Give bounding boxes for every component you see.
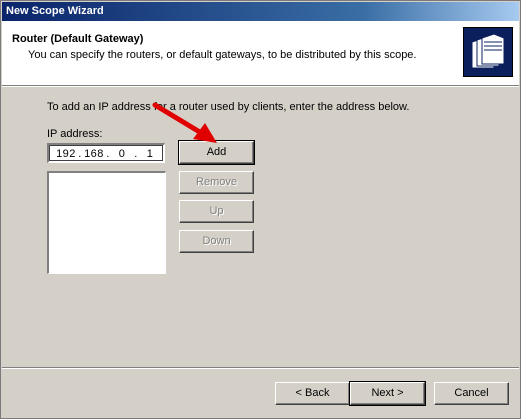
footer-separator (2, 367, 519, 369)
remove-button[interactable]: Remove (179, 171, 254, 194)
back-button[interactable]: < Back (275, 382, 350, 405)
title-bar[interactable]: New Scope Wizard (2, 2, 519, 21)
header-title: Router (Default Gateway) (12, 33, 144, 45)
ip-octet-1[interactable]: 192 (55, 148, 77, 160)
ip-octet-2[interactable]: 168 (83, 148, 105, 160)
ip-address-field[interactable]: 192 . 168 . 0 . 1 (47, 143, 165, 163)
ip-address-label: IP address: (47, 128, 103, 140)
router-list[interactable] (47, 171, 166, 274)
next-button[interactable]: Next > (349, 381, 426, 406)
header-subtitle: You can specify the routers, or default … (28, 49, 417, 61)
up-button[interactable]: Up (179, 200, 254, 223)
cancel-button[interactable]: Cancel (434, 382, 509, 405)
red-arrow-annotation (152, 102, 217, 143)
folder-stack-icon (463, 27, 513, 77)
down-button[interactable]: Down (179, 230, 254, 253)
wizard-header: Router (Default Gateway) You can specify… (2, 21, 519, 86)
instruction-text: To add an IP address for a router used b… (47, 101, 410, 113)
ip-octet-3[interactable]: 0 (111, 148, 133, 160)
new-scope-wizard-window: New Scope Wizard Router (Default Gateway… (0, 0, 521, 419)
ip-octet-4[interactable]: 1 (139, 148, 161, 160)
